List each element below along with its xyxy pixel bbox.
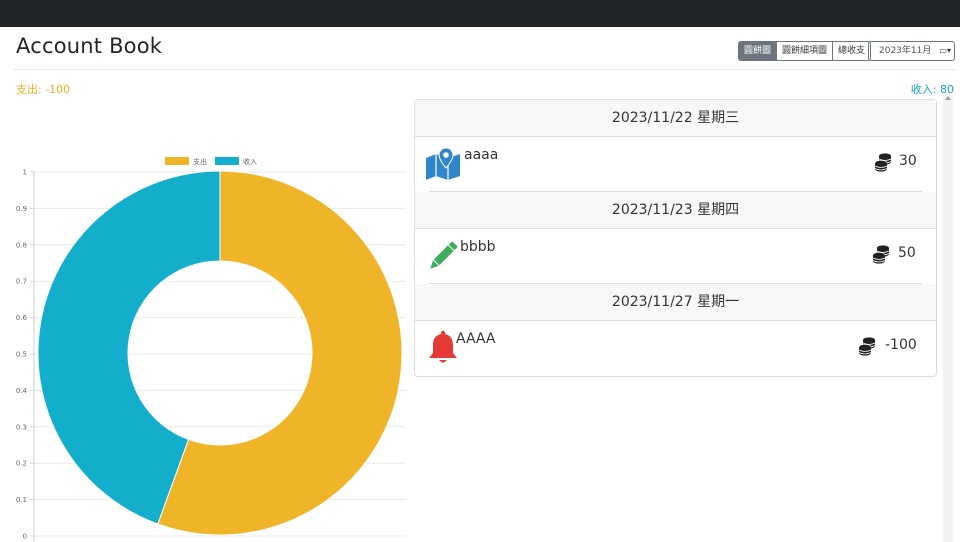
y-tick-label: 0.7 (16, 278, 27, 286)
calendar-dropdown-icon[interactable]: ▭▾ (939, 42, 951, 60)
entry-list: 2023/11/22 星期三 aaaa 30 2023/11/23 星期四 bb… (414, 99, 937, 377)
y-tick-label: 0.3 (16, 423, 27, 431)
page-title: Account Book (16, 34, 163, 58)
list-item[interactable]: AAAA -100 (415, 321, 936, 376)
entry-amount: -100 (885, 337, 917, 353)
entry-name: aaaa (464, 147, 499, 163)
total-balance-button[interactable]: 總收支 (833, 41, 872, 61)
legend-label: 支出 (193, 157, 207, 166)
y-tick-label: 0.5 (16, 351, 27, 359)
entry-amount: 30 (899, 153, 917, 169)
legend-label: 收入 (243, 157, 257, 166)
scroll-up-arrow-icon[interactable] (945, 96, 951, 100)
entry-name: AAAA (456, 331, 496, 347)
divider (429, 283, 922, 284)
date-header: 2023/11/22 星期三 (415, 100, 936, 137)
date-header: 2023/11/27 星期一 (415, 284, 936, 321)
y-tick-label: 0.9 (16, 205, 27, 213)
y-tick-label: 0.4 (16, 387, 28, 395)
page-scrollbar[interactable] (943, 95, 953, 542)
entry-amount: 50 (898, 245, 916, 261)
entry-name: bbbb (460, 239, 496, 255)
top-navbar (0, 0, 960, 27)
y-tick-label: 0.1 (16, 496, 27, 504)
month-picker-value: 2023年11月 (879, 46, 932, 56)
legend-swatch (215, 157, 239, 165)
y-tick-label: 0.2 (16, 460, 27, 468)
divider (429, 191, 922, 192)
map-icon (426, 147, 460, 180)
list-item[interactable]: bbbb 50 (415, 229, 936, 284)
coins-icon (874, 153, 892, 172)
header-divider (14, 69, 956, 70)
y-tick-label: 0.8 (16, 241, 27, 249)
list-item[interactable]: aaaa 30 (415, 137, 936, 192)
pencil-icon (430, 241, 458, 269)
month-picker[interactable]: 2023年11月 ▭▾ (868, 41, 955, 61)
pie-chart-button[interactable]: 圓餅圖 (738, 41, 778, 61)
coins-icon (872, 245, 890, 264)
view-mode-button-group: 圓餅圖 圓餅細項圖 總收支 (738, 41, 872, 61)
y-tick-label: 0.6 (16, 314, 28, 322)
pie-detail-button[interactable]: 圓餅細項圖 (777, 41, 834, 61)
coins-icon (858, 337, 876, 356)
y-tick-label: 1 (23, 169, 27, 177)
expense-total: 支出: -100 (16, 83, 71, 96)
doughnut-chart: 1 0.9 0.8 0.7 0.6 0.5 0.4 0.3 0.2 0.1 0 支出 收入 (16, 157, 406, 542)
legend-swatch (165, 157, 189, 165)
date-header: 2023/11/23 星期四 (415, 192, 936, 229)
y-tick-label: 0 (23, 533, 27, 541)
